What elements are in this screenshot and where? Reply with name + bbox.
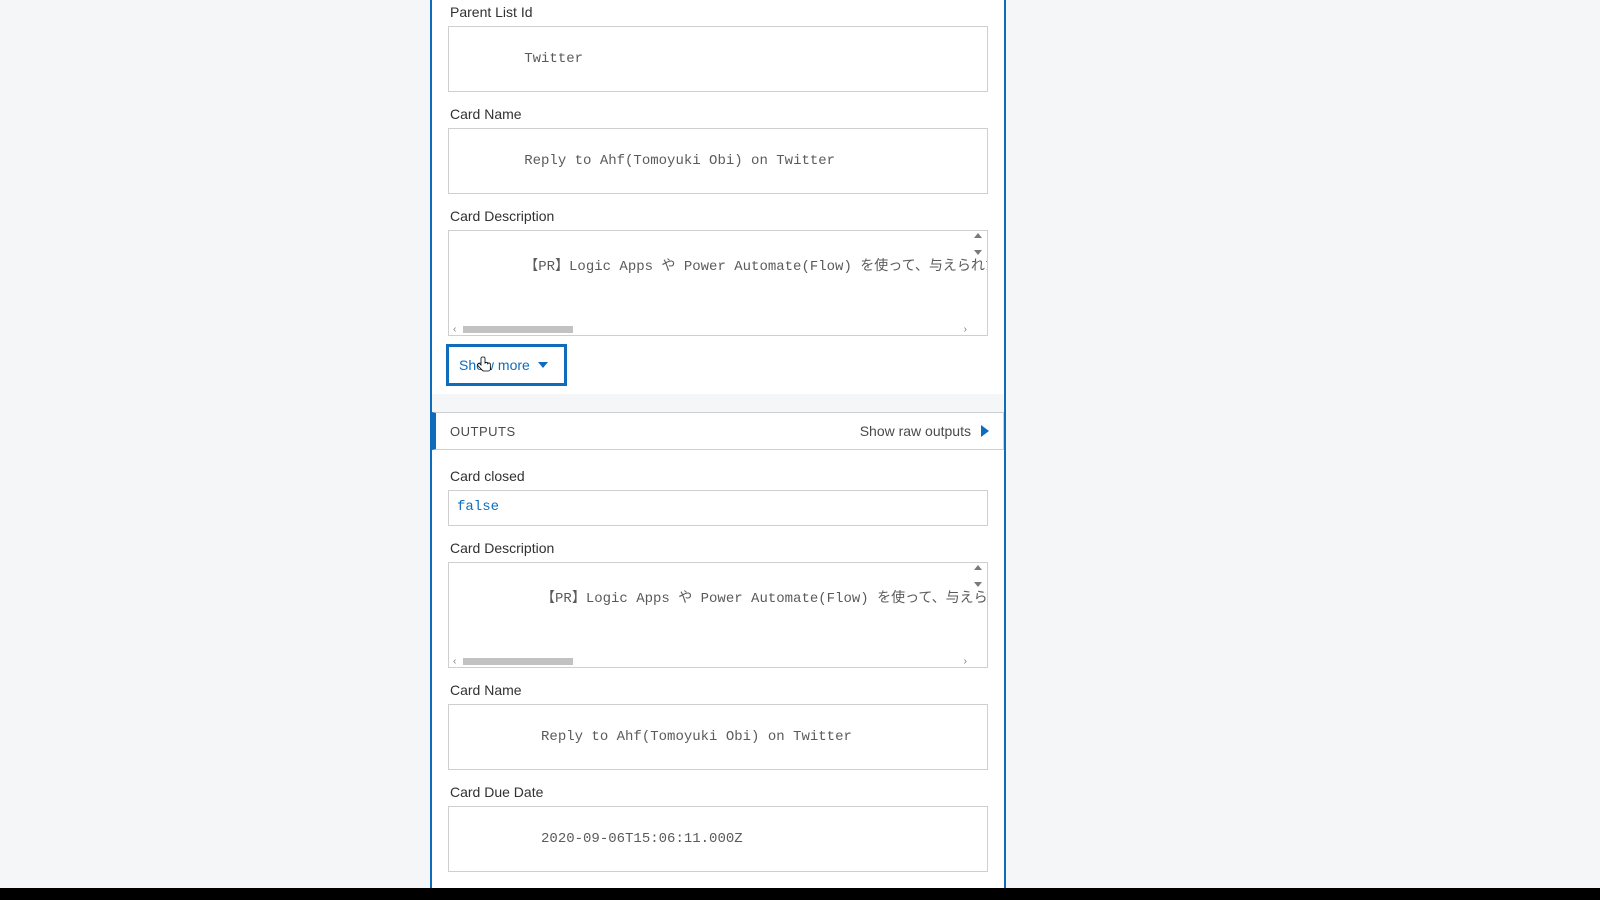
- field-label: Card Description: [450, 208, 988, 224]
- chevron-right-icon: ›: [964, 326, 967, 333]
- outputs-title: OUTPUTS: [450, 424, 516, 439]
- field-label: Parent List Id: [450, 4, 988, 20]
- chevron-down-icon: [974, 250, 982, 255]
- chevron-up-icon: [974, 233, 982, 238]
- inputs-section: Parent List Id Twitter Card Name Reply t…: [432, 4, 1004, 394]
- outputs-header: OUTPUTS Show raw outputs: [432, 412, 1004, 450]
- chevron-down-icon: [974, 582, 982, 587]
- section-separator: [432, 394, 1004, 412]
- scrollbar-thumb[interactable]: [463, 326, 573, 333]
- field-label: Card Name: [450, 682, 988, 698]
- vertical-scrollbar[interactable]: [970, 233, 986, 255]
- field-label: Card Name: [450, 106, 988, 122]
- outputs-section: OUTPUTS Show raw outputs Card closed fal…: [432, 412, 1004, 900]
- show-raw-outputs-link[interactable]: Show raw outputs: [860, 423, 989, 439]
- value-text: Reply to Ahf(Tomoyuki Obi) on Twitter: [541, 729, 852, 745]
- vertical-scrollbar[interactable]: [970, 565, 986, 587]
- scrollbar-thumb[interactable]: [463, 658, 573, 665]
- window-bottom-bar: [0, 888, 1600, 900]
- field-label: Card closed: [450, 468, 988, 484]
- card-name-value[interactable]: Reply to Ahf(Tomoyuki Obi) on Twitter: [448, 704, 988, 770]
- field-label: Card Description: [450, 540, 988, 556]
- action-run-detail-panel: Parent List Id Twitter Card Name Reply t…: [430, 0, 1006, 900]
- card-description-value[interactable]: 【PR】Logic Apps や Power Automate(Flow) を使…: [448, 562, 988, 668]
- value-text: 【PR】Logic Apps や Power Automate(Flow) を使…: [524, 259, 988, 275]
- value-text: Twitter: [524, 51, 583, 67]
- card-description-value[interactable]: 【PR】Logic Apps や Power Automate(Flow) を使…: [448, 230, 988, 336]
- horizontal-scrollbar[interactable]: ‹ ›: [453, 658, 967, 665]
- chevron-left-icon: ‹: [453, 326, 456, 333]
- show-raw-outputs-label: Show raw outputs: [860, 423, 971, 439]
- chevron-left-icon: ‹: [453, 658, 456, 665]
- card-closed-value[interactable]: false: [448, 490, 988, 526]
- horizontal-scrollbar[interactable]: ‹ ›: [453, 326, 967, 333]
- show-more-inputs-button[interactable]: Show more: [446, 344, 567, 386]
- chevron-up-icon: [974, 565, 982, 570]
- show-more-label: Show more: [459, 357, 530, 373]
- value-text: Reply to Ahf(Tomoyuki Obi) on Twitter: [524, 153, 835, 169]
- parent-list-id-value[interactable]: Twitter: [448, 26, 988, 92]
- field-label: Card Due Date: [450, 784, 988, 800]
- value-text: 2020-09-06T15:06:11.000Z: [541, 831, 743, 847]
- chevron-right-icon: [981, 425, 989, 437]
- card-name-value[interactable]: Reply to Ahf(Tomoyuki Obi) on Twitter: [448, 128, 988, 194]
- chevron-right-icon: ›: [964, 658, 967, 665]
- value-text: false: [457, 499, 499, 515]
- value-text: 【PR】Logic Apps や Power Automate(Flow) を使…: [541, 591, 988, 607]
- chevron-down-icon: [538, 362, 548, 368]
- card-due-date-value[interactable]: 2020-09-06T15:06:11.000Z: [448, 806, 988, 872]
